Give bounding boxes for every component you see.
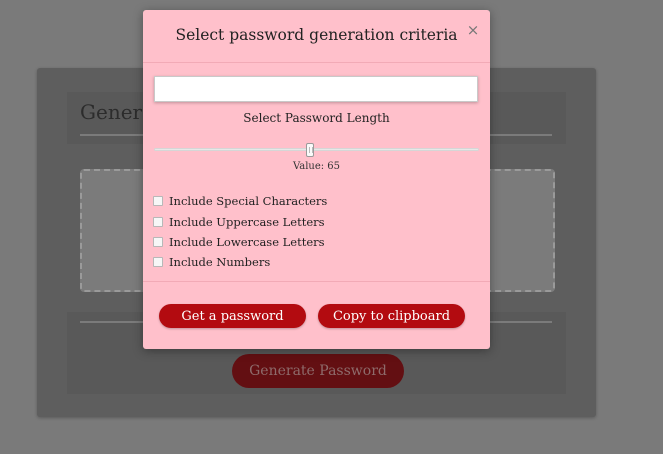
checkbox-icon[interactable] (153, 257, 163, 268)
criteria-label: Include Special Characters (169, 194, 328, 209)
close-icon[interactable]: × (465, 21, 481, 39)
modal-footer-divider (143, 281, 490, 282)
password-output-field[interactable] (154, 76, 478, 102)
criteria-lowercase-letters[interactable]: Include Lowercase Letters (153, 232, 473, 252)
criteria-list: Include Special Characters Include Upper… (153, 191, 473, 273)
checkbox-icon[interactable] (153, 216, 163, 227)
password-length-label: Select Password Length (243, 111, 390, 125)
criteria-label: Include Lowercase Letters (169, 234, 325, 249)
modal-header-divider (143, 62, 490, 63)
checkbox-icon[interactable] (153, 236, 163, 247)
get-password-button[interactable]: Get a password (159, 304, 306, 328)
password-length-slider-track[interactable] (154, 148, 479, 151)
criteria-label: Include Numbers (169, 255, 271, 270)
criteria-modal: Select password generation criteria × Se… (143, 10, 490, 349)
modal-title: Select password generation criteria (175, 26, 458, 44)
password-length-slider-handle[interactable] (306, 143, 314, 157)
checkbox-icon[interactable] (153, 196, 163, 207)
generate-password-button: Generate Password (232, 354, 404, 388)
criteria-uppercase-letters[interactable]: Include Uppercase Letters (153, 211, 473, 231)
criteria-numbers[interactable]: Include Numbers (153, 252, 473, 272)
copy-to-clipboard-button[interactable]: Copy to clipboard (318, 304, 465, 328)
slider-value-readout: Value: 65 (292, 161, 341, 172)
criteria-special-characters[interactable]: Include Special Characters (153, 191, 473, 211)
criteria-label: Include Uppercase Letters (169, 214, 325, 229)
